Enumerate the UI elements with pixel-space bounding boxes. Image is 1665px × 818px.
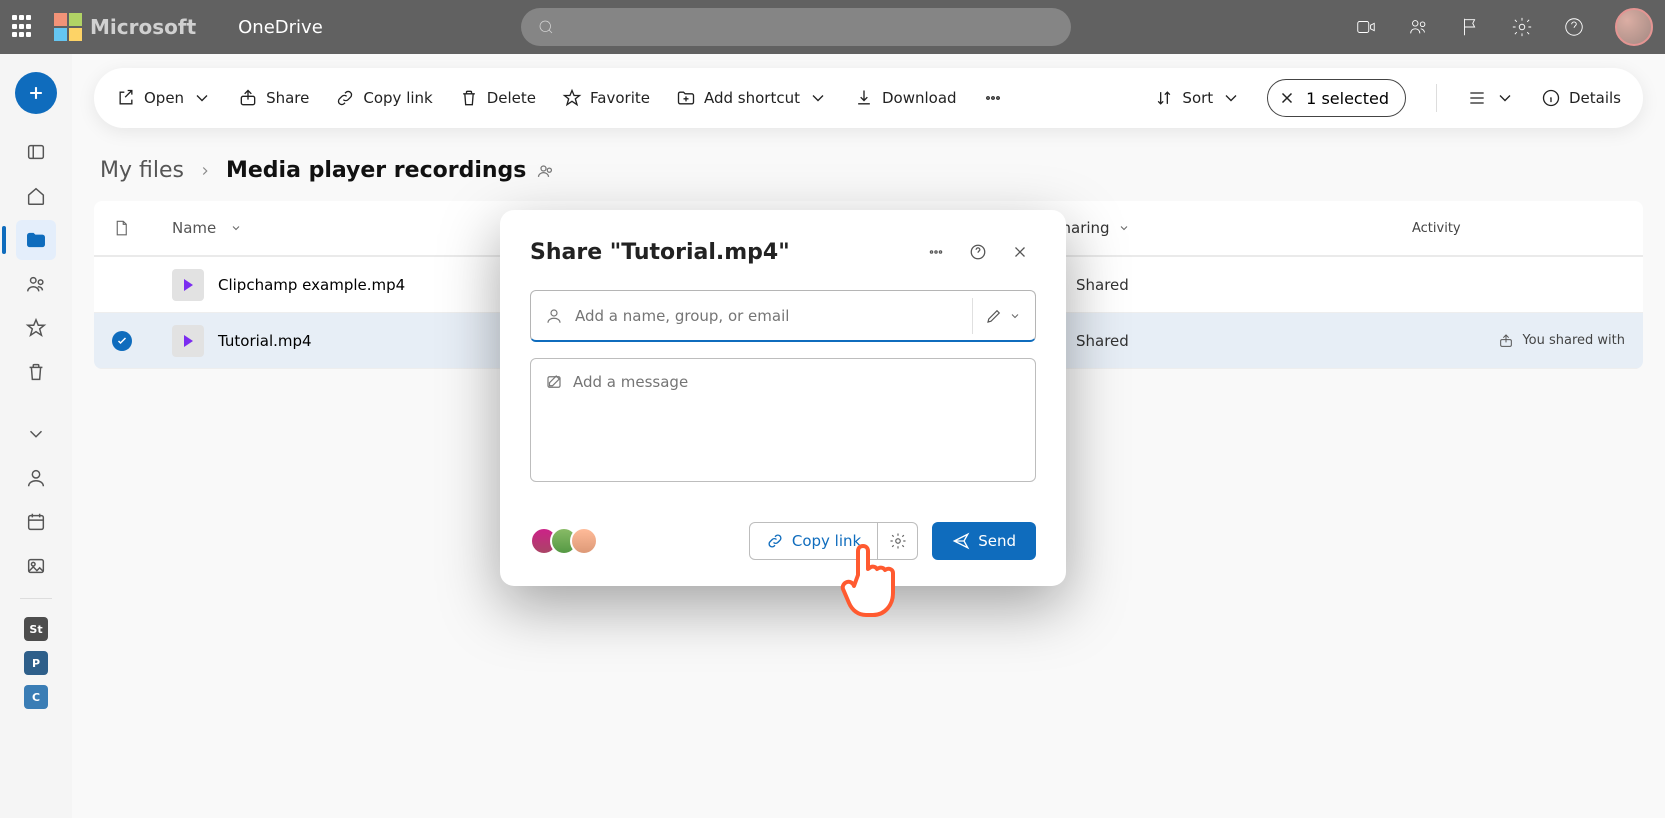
message-icon bbox=[545, 373, 563, 391]
sidebar-item-shared[interactable] bbox=[16, 264, 56, 304]
selected-label: 1 selected bbox=[1306, 89, 1389, 108]
sidebar-item-myfiles[interactable] bbox=[16, 220, 56, 260]
download-label: Download bbox=[882, 89, 957, 107]
breadcrumb-root[interactable]: My files bbox=[100, 158, 184, 183]
activity-text: You shared with bbox=[1522, 333, 1625, 348]
file-name[interactable]: Tutorial.mp4 bbox=[218, 332, 312, 350]
details-button[interactable]: Details bbox=[1541, 88, 1621, 108]
more-button[interactable] bbox=[983, 88, 1003, 108]
send-icon bbox=[952, 532, 970, 550]
col-activity-label[interactable]: Activity bbox=[1412, 221, 1461, 236]
open-button[interactable]: Open bbox=[116, 88, 212, 108]
quick-link-c[interactable]: C bbox=[24, 685, 48, 709]
copy-link-button[interactable]: Copy link bbox=[749, 522, 878, 560]
more-options-button[interactable] bbox=[920, 236, 952, 268]
quick-link-st[interactable]: St bbox=[24, 617, 48, 641]
sharing-status[interactable]: Shared bbox=[1076, 332, 1129, 350]
breadcrumb-current: Media player recordings bbox=[226, 158, 526, 183]
delete-button[interactable]: Delete bbox=[459, 88, 536, 108]
quick-link-p[interactable]: P bbox=[24, 651, 48, 675]
message-textarea[interactable] bbox=[573, 373, 1021, 467]
sidebar-item-home[interactable] bbox=[16, 176, 56, 216]
favorite-label: Favorite bbox=[590, 89, 650, 107]
share-out-icon bbox=[1498, 333, 1514, 349]
copy-link-label: Copy link bbox=[363, 89, 432, 107]
open-label: Open bbox=[144, 89, 184, 107]
dialog-title: Share "Tutorial.mp4" bbox=[530, 240, 790, 265]
sidebar-item-calendar[interactable] bbox=[16, 502, 56, 542]
download-button[interactable]: Download bbox=[854, 88, 957, 108]
delete-label: Delete bbox=[487, 89, 536, 107]
chevron-down-icon bbox=[1009, 310, 1021, 322]
sharing-status[interactable]: Shared bbox=[1076, 276, 1129, 294]
sidebar-item-people[interactable] bbox=[16, 458, 56, 498]
favorite-button[interactable]: Favorite bbox=[562, 88, 650, 108]
file-name[interactable]: Clipchamp example.mp4 bbox=[218, 276, 405, 294]
view-switcher[interactable] bbox=[1467, 88, 1515, 108]
recipient-field[interactable] bbox=[530, 290, 1036, 342]
add-shortcut-button[interactable]: Add shortcut bbox=[676, 88, 828, 108]
sidebar-collapse[interactable] bbox=[16, 414, 56, 454]
link-icon bbox=[766, 532, 784, 550]
shared-badge-icon[interactable] bbox=[536, 161, 556, 181]
send-button[interactable]: Send bbox=[932, 522, 1036, 560]
add-shortcut-label: Add shortcut bbox=[704, 89, 800, 107]
selected-pill[interactable]: 1 selected bbox=[1267, 79, 1406, 117]
checkmark-icon[interactable] bbox=[112, 331, 132, 351]
edit-permissions-button[interactable] bbox=[985, 307, 1021, 325]
sidebar-item-favorites[interactable] bbox=[16, 308, 56, 348]
breadcrumb: My files Media player recordings bbox=[100, 158, 1643, 183]
sort-label: Sort bbox=[1182, 89, 1213, 107]
sidebar-item-photos[interactable] bbox=[16, 546, 56, 586]
message-field[interactable] bbox=[530, 358, 1036, 482]
command-toolbar: Open Share Copy link Delete Favorite Add… bbox=[94, 68, 1643, 128]
send-label: Send bbox=[978, 532, 1016, 550]
chevron-right-icon bbox=[198, 164, 212, 178]
close-button[interactable] bbox=[1004, 236, 1036, 268]
chevron-down-icon[interactable] bbox=[1118, 222, 1130, 234]
copy-link-label: Copy link bbox=[792, 532, 861, 550]
copy-link-button[interactable]: Copy link bbox=[335, 88, 432, 108]
share-label: Share bbox=[266, 89, 309, 107]
share-button[interactable]: Share bbox=[238, 88, 309, 108]
link-settings-button[interactable] bbox=[878, 522, 918, 560]
video-thumbnail bbox=[172, 325, 204, 357]
col-name-label[interactable]: Name bbox=[172, 219, 216, 237]
sidebar-item-panel[interactable] bbox=[16, 132, 56, 172]
file-icon bbox=[112, 219, 130, 237]
shared-with-avatars[interactable] bbox=[530, 527, 598, 555]
details-label: Details bbox=[1569, 89, 1621, 107]
gear-icon bbox=[889, 532, 907, 550]
sidebar-item-recycle[interactable] bbox=[16, 352, 56, 392]
share-dialog: Share "Tutorial.mp4" Copy link bbox=[500, 210, 1066, 586]
recipient-input[interactable] bbox=[575, 307, 960, 325]
add-button[interactable] bbox=[15, 72, 57, 114]
pencil-icon bbox=[985, 307, 1003, 325]
help-button[interactable] bbox=[962, 236, 994, 268]
sort-button[interactable]: Sort bbox=[1154, 88, 1241, 108]
person-icon bbox=[545, 307, 563, 325]
chevron-down-icon[interactable] bbox=[230, 222, 242, 234]
sidebar: St P C bbox=[0, 54, 72, 818]
video-thumbnail bbox=[172, 269, 204, 301]
